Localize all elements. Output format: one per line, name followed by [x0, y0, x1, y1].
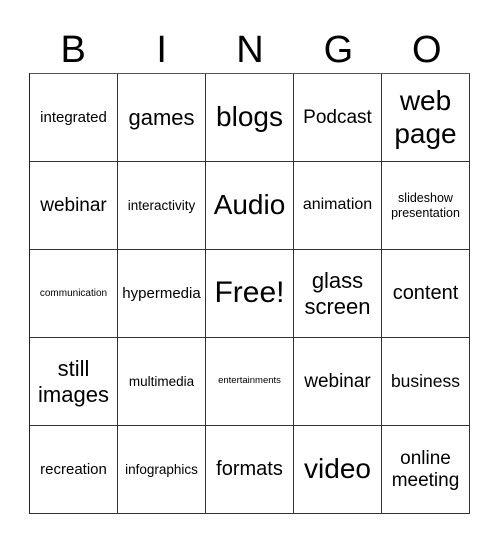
cell-label: slideshow presentation — [391, 191, 460, 220]
bingo-cell[interactable]: communication — [30, 250, 118, 338]
cell-label: infographics — [125, 461, 198, 477]
cell-label: recreation — [40, 460, 107, 478]
header-letter-g: G — [323, 29, 354, 71]
bingo-cell[interactable]: Podcast — [294, 74, 382, 162]
bingo-cell[interactable]: formats — [206, 426, 294, 514]
cell-label: Audio — [213, 189, 286, 221]
bingo-cell[interactable]: integrated — [30, 74, 118, 162]
bingo-cell[interactable]: webinar — [294, 338, 382, 426]
cell-label: online meeting — [391, 447, 460, 491]
bingo-cell[interactable]: still images — [30, 338, 118, 426]
bingo-cell[interactable]: content — [382, 250, 470, 338]
bingo-grid: integrated games blogs Podcast web page … — [29, 73, 470, 514]
bingo-cell[interactable]: slideshow presentation — [382, 162, 470, 250]
bingo-cell[interactable]: glass screen — [294, 250, 382, 338]
header-letter-i: I — [156, 29, 167, 71]
cell-label: webinar — [304, 370, 371, 392]
bingo-cell[interactable]: Audio — [206, 162, 294, 250]
cell-label: still images — [38, 356, 109, 407]
bingo-cell[interactable]: interactivity — [118, 162, 206, 250]
header-letter-o: O — [412, 29, 442, 71]
cell-label: integrated — [40, 108, 107, 126]
cell-label: entertainments — [218, 375, 281, 387]
cell-label: communication — [39, 287, 108, 299]
cell-label: animation — [302, 196, 373, 214]
cell-label: video — [304, 453, 371, 485]
cell-label: blogs — [216, 101, 283, 133]
bingo-cell[interactable]: video — [294, 426, 382, 514]
bingo-cell[interactable]: blogs — [206, 74, 294, 162]
cell-label: Free! — [214, 276, 285, 310]
cell-label: games — [128, 104, 195, 130]
cell-label: webinar — [40, 194, 107, 216]
header-letter-n: N — [236, 29, 264, 71]
bingo-cell[interactable]: hypermedia — [118, 250, 206, 338]
cell-label: formats — [216, 458, 283, 480]
cell-label: web page — [394, 85, 457, 149]
cell-label: Podcast — [303, 106, 372, 128]
cell-label: multimedia — [128, 373, 195, 389]
bingo-cell[interactable]: infographics — [118, 426, 206, 514]
free-space-cell[interactable]: Free! — [206, 250, 294, 338]
bingo-cell[interactable]: multimedia — [118, 338, 206, 426]
cell-label: content — [392, 282, 459, 304]
bingo-cell[interactable]: web page — [382, 74, 470, 162]
cell-label: glass screen — [304, 268, 371, 319]
bingo-cell[interactable]: recreation — [30, 426, 118, 514]
bingo-cell[interactable]: entertainments — [206, 338, 294, 426]
bingo-cell[interactable]: games — [118, 74, 206, 162]
header-letter-b: B — [60, 29, 86, 71]
cell-label: interactivity — [127, 197, 196, 213]
bingo-cell[interactable]: business — [382, 338, 470, 426]
cell-label: business — [390, 371, 461, 392]
bingo-cell[interactable]: animation — [294, 162, 382, 250]
bingo-cell[interactable]: webinar — [30, 162, 118, 250]
bingo-header: B I N G O — [29, 28, 471, 72]
cell-label: hypermedia — [122, 284, 201, 302]
bingo-cell[interactable]: online meeting — [382, 426, 470, 514]
